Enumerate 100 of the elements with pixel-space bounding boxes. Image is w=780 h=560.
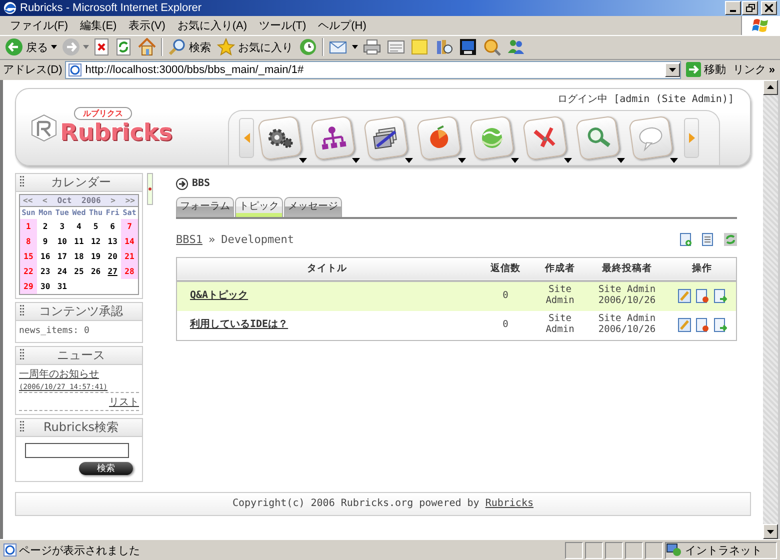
print-button[interactable] <box>362 39 382 56</box>
menu-item[interactable]: ヘルプ(H) <box>312 18 372 33</box>
menu-item[interactable]: 表示(V) <box>122 18 172 33</box>
down-triangle-icon <box>767 530 774 534</box>
dropdown-caret-icon[interactable] <box>458 158 466 163</box>
new-document-icon[interactable] <box>680 232 692 246</box>
date-number: 9 <box>36 234 54 249</box>
menu-tile-button[interactable] <box>522 115 568 160</box>
approval-count: news_items: 0 <box>19 324 90 338</box>
search-button[interactable]: 検索 <box>167 38 212 56</box>
restore-button[interactable] <box>742 0 758 15</box>
edit-button[interactable] <box>386 39 406 56</box>
news-link[interactable]: 一周年のお知らせ <box>19 368 99 380</box>
grip-icon[interactable] <box>20 421 24 434</box>
scroll-down-button[interactable] <box>763 524 778 540</box>
calendar-month: 2006 <box>82 196 101 205</box>
grip-icon[interactable] <box>20 176 24 188</box>
delete-document-icon[interactable] <box>696 289 708 304</box>
menu-tile-button[interactable] <box>363 115 409 160</box>
edit-pencil-icon[interactable] <box>678 318 690 332</box>
scrollbar[interactable] <box>763 80 780 540</box>
close-button[interactable] <box>761 0 777 15</box>
search-field[interactable] <box>25 442 129 458</box>
menu-item[interactable]: お気に入り(A) <box>171 18 254 33</box>
address-field[interactable]: http://localhost:3000/bbs/bbs_main/_main/1# <box>65 60 681 79</box>
topic-link[interactable]: 利用しているIDEは？ <box>190 319 288 330</box>
menu-tile-button[interactable] <box>628 115 674 160</box>
date-number: 21 <box>121 248 138 264</box>
status-panel <box>565 542 583 559</box>
date-number: 29 <box>20 278 37 294</box>
author-name: Site Admin <box>544 285 576 308</box>
refresh-button[interactable] <box>115 38 133 56</box>
document-list-icon[interactable] <box>702 232 714 246</box>
logo-badge: ルブリクス <box>74 107 132 120</box>
delete-document-icon[interactable] <box>696 318 708 332</box>
menu-tile-button[interactable] <box>416 115 462 160</box>
tab[interactable]: メッセージ <box>284 196 342 217</box>
dropdown-caret-icon[interactable] <box>617 158 625 163</box>
dropdown-caret-icon[interactable] <box>299 158 307 163</box>
refresh-arrows-icon[interactable] <box>724 232 737 246</box>
menu-item[interactable]: 編集(E) <box>74 18 123 33</box>
research-button[interactable] <box>434 38 454 56</box>
home-button[interactable] <box>137 38 157 56</box>
table-row[interactable]: 利用しているIDEは？ 0 Site Admin Site Admin 2006/10/26 <box>176 310 736 340</box>
back-button[interactable]: 戻る <box>4 38 49 56</box>
scroll-up-button[interactable] <box>763 80 778 95</box>
links-button[interactable]: リンク » <box>730 62 777 78</box>
minimize-button[interactable] <box>725 0 741 15</box>
date-number: 31 <box>54 278 71 294</box>
collapse-handle[interactable] <box>147 172 153 205</box>
menu-item[interactable]: ツール(T) <box>253 18 312 33</box>
tab[interactable]: フォーラム <box>176 196 234 217</box>
grip-icon[interactable] <box>20 349 24 362</box>
search-button[interactable]: 検索 <box>79 462 133 475</box>
dropdown-button[interactable] <box>664 62 680 77</box>
page-done-icon <box>3 543 17 558</box>
menu-tile-button[interactable] <box>257 115 303 160</box>
address-label: アドレス(D) <box>3 63 62 78</box>
tab[interactable]: トピック <box>235 196 283 217</box>
caret-icon[interactable] <box>352 45 358 50</box>
panel-title: ニュース <box>56 346 106 364</box>
favorites-button[interactable]: お気に入り <box>216 38 294 56</box>
menu-tile-button[interactable] <box>310 115 356 160</box>
history-button[interactable] <box>298 38 318 56</box>
caret-icon[interactable] <box>51 45 57 50</box>
date-number: 2 <box>36 218 54 234</box>
menu-tile-button[interactable] <box>469 115 515 160</box>
dropdown-caret-icon[interactable] <box>564 158 572 163</box>
copyright-text: Copyright(c) 2006 Rubricks.org powered by <box>232 498 480 510</box>
stop-button[interactable] <box>93 38 111 56</box>
logo-text: Rubricks <box>60 120 172 146</box>
dropdown-caret-icon[interactable] <box>511 158 519 163</box>
topic-link[interactable]: Q&Aトピック <box>190 290 248 302</box>
date-number: 6 <box>104 218 121 234</box>
list-link[interactable]: リスト <box>109 396 139 408</box>
dropdown-caret-icon[interactable] <box>670 158 678 163</box>
date-number: 10 <box>56 236 68 248</box>
last-poster-name: Site Admin <box>597 285 657 296</box>
dropdown-caret-icon[interactable] <box>405 158 413 163</box>
login-status: ログイン中 [admin (Site Admin)] <box>558 92 734 106</box>
page-heading: BBS <box>192 178 210 190</box>
move-document-icon[interactable] <box>714 318 726 332</box>
menu-item[interactable]: ファイル(F) <box>4 18 74 33</box>
dropdown-caret-icon[interactable] <box>352 158 360 163</box>
contacts-button[interactable] <box>506 38 526 56</box>
menu-tile-button[interactable] <box>575 115 621 160</box>
date-link[interactable]: 27 <box>104 264 121 279</box>
document-icon <box>387 39 405 56</box>
move-document-icon[interactable] <box>714 289 726 304</box>
date-number: 12 <box>90 236 102 248</box>
footer-link[interactable]: Rubricks <box>485 498 534 510</box>
breadcrumb-separator: » <box>208 232 216 246</box>
grip-icon[interactable] <box>20 305 24 318</box>
breadcrumb-link[interactable]: BBS1 <box>176 232 202 246</box>
go-button[interactable]: 移動 <box>684 62 728 78</box>
edit-pencil-icon[interactable] <box>678 289 690 304</box>
messenger-button[interactable] <box>458 38 478 56</box>
date-number: 16 <box>36 248 54 264</box>
author-name: Site Admin <box>544 314 576 336</box>
panel-title: コンテンツ承認 <box>38 302 124 320</box>
